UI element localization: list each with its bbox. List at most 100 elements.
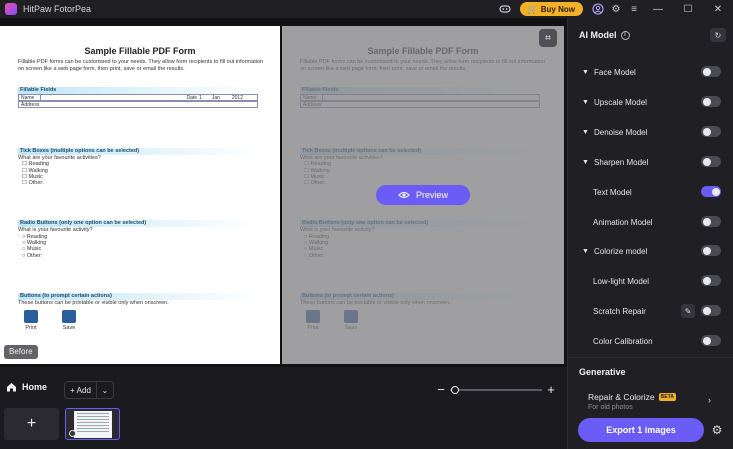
settings-icon[interactable]: ⚙ [607, 0, 625, 18]
before-label: Before [4, 345, 38, 359]
repair-colorize-item[interactable]: Repair & Colorize BETA For old photos [588, 392, 728, 411]
model-toggle[interactable] [701, 126, 721, 137]
model-toggle[interactable] [701, 156, 721, 167]
document-content: Sample Fillable PDF Form Fillable PDF fo… [0, 26, 280, 364]
image-thumbnail[interactable] [65, 408, 120, 440]
model-label: Low-light Model [593, 276, 650, 286]
add-dropdown-chevron-icon[interactable]: ⌄ [97, 386, 113, 395]
panel-divider [568, 357, 733, 358]
info-icon[interactable]: i [620, 30, 630, 40]
app-title: HitPaw FotorPea [23, 4, 92, 14]
add-image-tile[interactable]: + [4, 408, 59, 440]
toggle-knob [702, 97, 711, 106]
zoom-control: − + [436, 383, 556, 397]
section-radio: Radio Buttons (only one option can be se… [18, 220, 258, 228]
image-canvas[interactable]: Sample Fillable PDF Form Fillable PDF fo… [0, 18, 567, 367]
caret-down-icon[interactable]: ▼ [582, 69, 592, 76]
name-row: Name Date 1 Jan 2012 [18, 94, 258, 101]
model-row[interactable]: ▼ Colorize model [568, 242, 733, 260]
add-label: Add [76, 385, 91, 395]
date-label: Date [186, 95, 198, 101]
model-label: Animation Model [593, 217, 653, 227]
repair-colorize-subtitle: For old photos [588, 404, 633, 411]
model-toggle[interactable] [701, 66, 721, 77]
home-button[interactable]: Home [6, 382, 47, 392]
export-settings-icon[interactable]: ⚙ [710, 423, 724, 437]
address-label: Address [21, 102, 40, 108]
toggle-knob [702, 127, 711, 136]
date-day: 1 [199, 95, 202, 101]
buy-now-button[interactable]: 🛒 Buy Now [519, 2, 583, 16]
discord-icon[interactable] [496, 0, 514, 18]
toggle-knob [702, 276, 711, 285]
menu-icon[interactable]: ≡ [625, 0, 643, 18]
caret-down-icon[interactable]: ▼ [582, 99, 592, 106]
model-row[interactable]: Animation Model [568, 213, 733, 231]
repair-colorize-label: Repair & Colorize [588, 392, 655, 402]
model-row[interactable]: Color Calibration [568, 332, 733, 350]
cart-icon: 🛒 [527, 4, 538, 14]
toggle-knob [711, 187, 720, 196]
model-row[interactable]: Low-light Model [568, 272, 733, 290]
model-row[interactable]: ▼ Sharpen Model [568, 153, 733, 171]
crop-icon[interactable]: ⌗ [539, 29, 557, 47]
toggle-knob [702, 336, 711, 345]
model-row[interactable]: ▼ Face Model [568, 63, 733, 81]
zoom-slider[interactable] [450, 386, 542, 394]
model-toggle[interactable] [701, 96, 721, 107]
model-toggle[interactable] [701, 335, 721, 346]
title-bar: HitPaw FotorPea 🛒 Buy Now ⚙ ≡ — ☐ ✕ [0, 0, 733, 18]
bottom-bar: Home + Add ⌄ − + + [0, 367, 567, 449]
home-icon [7, 383, 16, 392]
toggle-knob [702, 306, 711, 315]
model-label: Sharpen Model [594, 157, 649, 167]
model-label: Text Model [593, 187, 632, 197]
caret-down-icon[interactable]: ▼ [582, 159, 592, 166]
export-button[interactable]: Export 1 images [578, 418, 704, 442]
close-button[interactable]: ✕ [703, 0, 733, 18]
model-toggle[interactable] [701, 305, 721, 316]
model-row[interactable]: ▼ Denoise Model [568, 123, 733, 141]
name-label: Name [19, 95, 41, 101]
doc-intro: Fillable PDF forms can be customised to … [18, 59, 264, 72]
model-label: Colorize model [594, 246, 648, 256]
zoom-out-button[interactable]: − [436, 383, 446, 397]
model-toggle[interactable] [701, 186, 721, 197]
section-tick: Tick Boxes (multiple options can be sele… [18, 148, 258, 155]
zoom-in-button[interactable]: + [546, 383, 556, 397]
model-toggle[interactable] [701, 275, 721, 286]
caret-down-icon[interactable]: ▼ [582, 129, 592, 136]
zoom-slider-knob[interactable] [450, 386, 459, 394]
model-toggle[interactable] [701, 216, 721, 227]
generative-title: Generative [579, 367, 626, 377]
model-label: Upscale Model [594, 97, 647, 107]
model-row[interactable]: Scratch Repair [568, 302, 733, 320]
maximize-button[interactable]: ☐ [673, 0, 703, 18]
model-row[interactable]: ▼ Upscale Model [568, 93, 733, 111]
caret-down-icon[interactable]: ▼ [582, 248, 592, 255]
panel-title: AI Model i [579, 30, 630, 40]
section-buttons: Buttons (to prompt certain actions) [18, 292, 258, 300]
preview-label: Preview [415, 190, 448, 200]
buy-now-label: Buy Now [540, 4, 575, 14]
chevron-right-icon[interactable]: › [708, 395, 711, 405]
floppy-icon [62, 310, 76, 324]
toggle-knob [702, 67, 711, 76]
section-fillable: Fillable Fields [18, 87, 258, 94]
add-button[interactable]: + Add [65, 382, 97, 398]
magic-wand-icon[interactable]: ✎ [681, 304, 695, 318]
model-row[interactable]: Text Model [568, 183, 733, 201]
printer-icon [24, 310, 38, 324]
toggle-knob [702, 217, 711, 226]
minimize-button[interactable]: — [643, 0, 673, 18]
account-icon[interactable] [589, 0, 607, 18]
toggle-knob [702, 246, 711, 255]
doc-title: Sample Fillable PDF Form [84, 46, 196, 56]
reset-icon[interactable]: ↻ [710, 28, 726, 42]
buttons-text: These buttons can be printable or visibl… [18, 299, 169, 306]
doc-save-button: Save [62, 310, 76, 331]
ai-model-panel: AI Model i ↻ ▼ Face Model ▼ Upscale Model ▼ D… [567, 18, 733, 449]
preview-button[interactable]: Preview [376, 185, 470, 205]
plus-icon: + [70, 385, 75, 395]
model-toggle[interactable] [701, 245, 721, 256]
